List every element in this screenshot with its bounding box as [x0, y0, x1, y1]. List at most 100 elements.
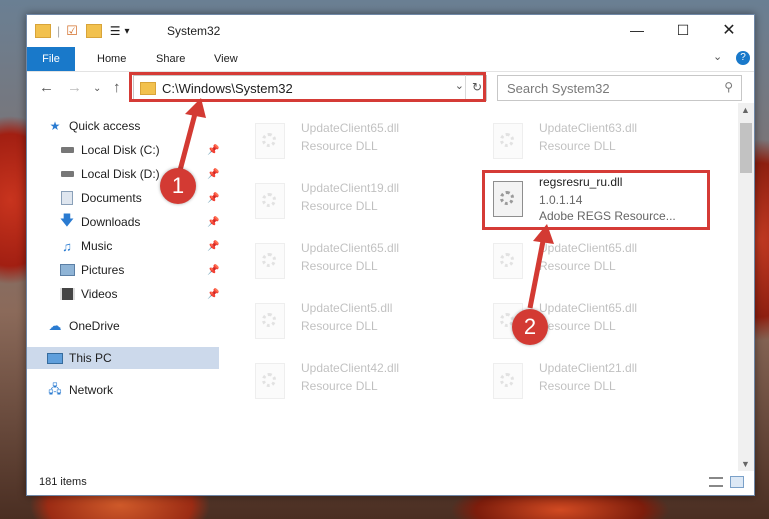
new-folder-icon[interactable]: [85, 24, 102, 38]
nav-item-documents[interactable]: Documents: [59, 187, 142, 209]
up-arrow-icon[interactable]: ↑: [113, 79, 121, 96]
nav-item-videos[interactable]: Videos: [59, 283, 117, 305]
file-type: Resource DLL: [539, 379, 616, 393]
tab-home[interactable]: Home: [97, 49, 126, 69]
file-name: UpdateClient65.dll: [301, 121, 400, 135]
nav-item-network[interactable]: 🖧 Network: [47, 379, 113, 401]
nav-item-this-pc[interactable]: This PC: [27, 347, 219, 369]
nav-item-music[interactable]: ♫ Music: [59, 235, 112, 257]
file-name: UpdateClient65.dll: [539, 301, 638, 315]
download-arrow-icon: 🡇: [59, 212, 75, 228]
scrollbar-thumb[interactable]: [740, 123, 752, 173]
dll-file-icon: [255, 123, 285, 159]
step-1-badge: 1: [160, 168, 196, 204]
search-box[interactable]: Search System32 ⚲: [497, 75, 742, 101]
customize-dropdown-icon[interactable]: ▾: [125, 26, 130, 37]
scroll-up-icon[interactable]: ▲: [741, 105, 750, 115]
file-name: UpdateClient65.dll: [539, 241, 638, 255]
scroll-down-icon[interactable]: ▼: [741, 459, 750, 469]
drive-icon: [59, 167, 75, 181]
nav-label: Local Disk (C:): [81, 143, 160, 157]
recent-locations-icon[interactable]: ⌄: [93, 83, 101, 94]
music-note-icon: ♫: [62, 238, 72, 254]
file-tile[interactable]: UpdateClient65.dll Resource DLL: [245, 235, 475, 287]
nav-label: Music: [81, 239, 113, 253]
search-icon[interactable]: ⚲: [724, 80, 733, 94]
nav-label: Quick access: [69, 119, 141, 133]
pin-icon[interactable]: 📌: [207, 241, 219, 252]
documents-icon: [59, 191, 75, 205]
file-list: UpdateClient65.dll Resource DLL UpdateCl…: [233, 111, 738, 456]
drive-icon: [59, 143, 75, 157]
dll-file-icon: [493, 363, 523, 399]
properties-icon[interactable]: ☑: [66, 23, 78, 39]
pin-icon[interactable]: 📌: [207, 217, 219, 228]
file-type: Resource DLL: [539, 259, 616, 273]
file-type: Resource DLL: [301, 259, 378, 273]
file-tile[interactable]: UpdateClient65.dll Resource DLL: [483, 235, 713, 287]
file-tile[interactable]: UpdateClient42.dll Resource DLL: [245, 355, 475, 407]
nav-item-onedrive[interactable]: ☁ OneDrive: [47, 315, 120, 337]
expand-ribbon-icon[interactable]: ⌄: [713, 50, 722, 63]
status-bar: 181 items: [27, 471, 754, 495]
tab-share[interactable]: Share: [156, 49, 185, 69]
file-tile[interactable]: UpdateClient63.dll Resource DLL: [483, 115, 713, 167]
file-name: UpdateClient65.dll: [301, 241, 400, 255]
file-tile[interactable]: UpdateClient21.dll Resource DLL: [483, 355, 713, 407]
dll-file-icon: [255, 243, 285, 279]
minimize-button[interactable]: —: [614, 15, 660, 45]
quick-access-toolbar: | ☑ ☰ ▾: [35, 23, 130, 39]
file-tile[interactable]: UpdateClient19.dll Resource DLL: [245, 175, 475, 227]
dll-file-icon: [493, 243, 523, 279]
file-type: Resource DLL: [539, 139, 616, 153]
tab-view[interactable]: View: [214, 49, 238, 69]
tab-file[interactable]: File: [27, 47, 75, 71]
nav-label: Documents: [81, 191, 142, 205]
file-type: Resource DLL: [301, 139, 378, 153]
maximize-button[interactable]: ☐: [660, 15, 706, 45]
separator-icon: |: [57, 24, 61, 38]
file-name: UpdateClient5.dll: [301, 301, 393, 315]
network-icon: 🖧: [48, 381, 62, 396]
pin-icon[interactable]: 📌: [207, 265, 219, 276]
search-placeholder: Search System32: [507, 80, 610, 96]
file-tile[interactable]: UpdateClient5.dll Resource DLL: [245, 295, 475, 347]
star-icon: ★: [49, 119, 61, 133]
close-button[interactable]: ✕: [706, 15, 752, 45]
nav-item-pictures[interactable]: Pictures: [59, 259, 124, 281]
vertical-scrollbar[interactable]: ▲ ▼: [738, 103, 754, 471]
film-icon: [59, 287, 75, 301]
details-view-icon[interactable]: [709, 477, 723, 487]
item-count: 181 items: [39, 476, 87, 488]
nav-item-quick-access[interactable]: ★ Quick access: [47, 115, 141, 137]
nav-label: Downloads: [81, 215, 141, 229]
file-name: UpdateClient63.dll: [539, 121, 638, 135]
nav-label: Videos: [81, 287, 118, 301]
file-type: Resource DLL: [301, 199, 378, 213]
title-bar: | ☑ ☰ ▾ System32 — ☐ ✕: [27, 15, 754, 45]
file-highlight: [482, 170, 710, 230]
file-type: Resource DLL: [301, 319, 378, 333]
pin-icon[interactable]: 📌: [207, 145, 219, 156]
forward-arrow-icon[interactable]: →: [67, 79, 82, 96]
nav-item-local-disk-d[interactable]: Local Disk (D:): [59, 163, 160, 185]
view-options-icon[interactable]: ☰: [110, 24, 121, 38]
nav-label: This PC: [69, 351, 112, 365]
pin-icon[interactable]: 📌: [207, 193, 219, 204]
file-type: Resource DLL: [301, 379, 378, 393]
nav-item-downloads[interactable]: 🡇 Downloads: [59, 211, 141, 233]
dll-file-icon: [255, 183, 285, 219]
pin-icon[interactable]: 📌: [207, 289, 219, 300]
help-icon[interactable]: ?: [736, 51, 750, 65]
folder-icon[interactable]: [35, 24, 51, 38]
nav-item-local-disk-c[interactable]: Local Disk (C:): [59, 139, 160, 161]
file-tile[interactable]: UpdateClient65.dll Resource DLL: [245, 115, 475, 167]
back-arrow-icon[interactable]: ←: [39, 79, 54, 96]
nav-label: Network: [69, 383, 114, 397]
nav-label: Local Disk (D:): [81, 167, 160, 181]
address-bar-highlight: [129, 72, 486, 102]
tiles-view-icon[interactable]: [730, 476, 744, 488]
window-title: System32: [167, 24, 221, 38]
pin-icon[interactable]: 📌: [207, 169, 219, 180]
cloud-icon: ☁: [48, 318, 62, 333]
